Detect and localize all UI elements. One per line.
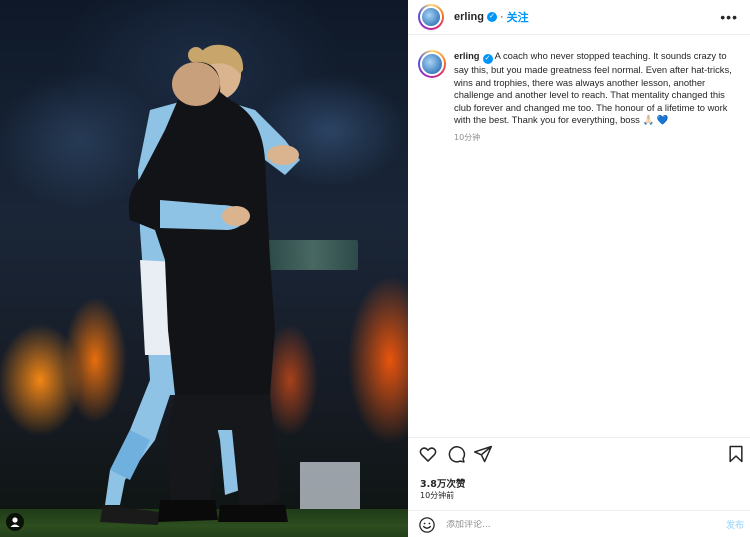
blue-heart-emoji-icon: 💙	[656, 114, 669, 126]
caption: erling ✓ A coach who never stopped teachi…	[418, 50, 743, 143]
caption-text: erling ✓ A coach who never stopped teachi…	[454, 50, 743, 127]
like-heart-icon[interactable]	[418, 444, 438, 464]
more-options-icon[interactable]: •••	[720, 9, 738, 25]
user-tag-icon[interactable]	[6, 513, 24, 531]
comment-bar: 发布	[408, 512, 750, 537]
save-bookmark-icon[interactable]	[726, 444, 746, 464]
verified-badge-icon: ✓	[482, 54, 493, 64]
header-username[interactable]: erling	[454, 11, 484, 23]
divider	[408, 510, 750, 511]
pray-emoji-icon: 🙏🏻	[642, 114, 655, 126]
divider	[408, 437, 750, 438]
share-send-icon[interactable]	[473, 444, 493, 464]
caption-body-text: A coach who never stopped teaching. It s…	[454, 50, 732, 126]
post-side-panel: erling ✓ · 关注 ••• erling ✓ A coach who ne…	[408, 0, 750, 537]
verified-badge-icon: ✓	[486, 12, 497, 22]
action-bar	[416, 444, 746, 466]
like-count[interactable]: 3.8万次赞	[420, 476, 465, 490]
comment-bubble-icon[interactable]	[446, 444, 466, 464]
dot-separator: ·	[499, 11, 504, 23]
caption-timestamp: 10分钟	[454, 132, 481, 142]
embracing-figures	[100, 44, 300, 525]
caption-avatar[interactable]	[418, 50, 446, 78]
emoji-picker-icon[interactable]	[418, 516, 436, 534]
post-comment-button[interactable]: 发布	[726, 518, 744, 531]
caption-username[interactable]: erling	[454, 50, 480, 61]
post-image[interactable]	[0, 0, 408, 537]
post-timestamp: 10分钟前	[420, 491, 455, 500]
comment-input[interactable]	[446, 519, 706, 530]
avatar[interactable]	[418, 4, 444, 30]
post-header: erling ✓ · 关注 •••	[408, 0, 750, 35]
follow-button[interactable]: 关注	[507, 9, 529, 25]
